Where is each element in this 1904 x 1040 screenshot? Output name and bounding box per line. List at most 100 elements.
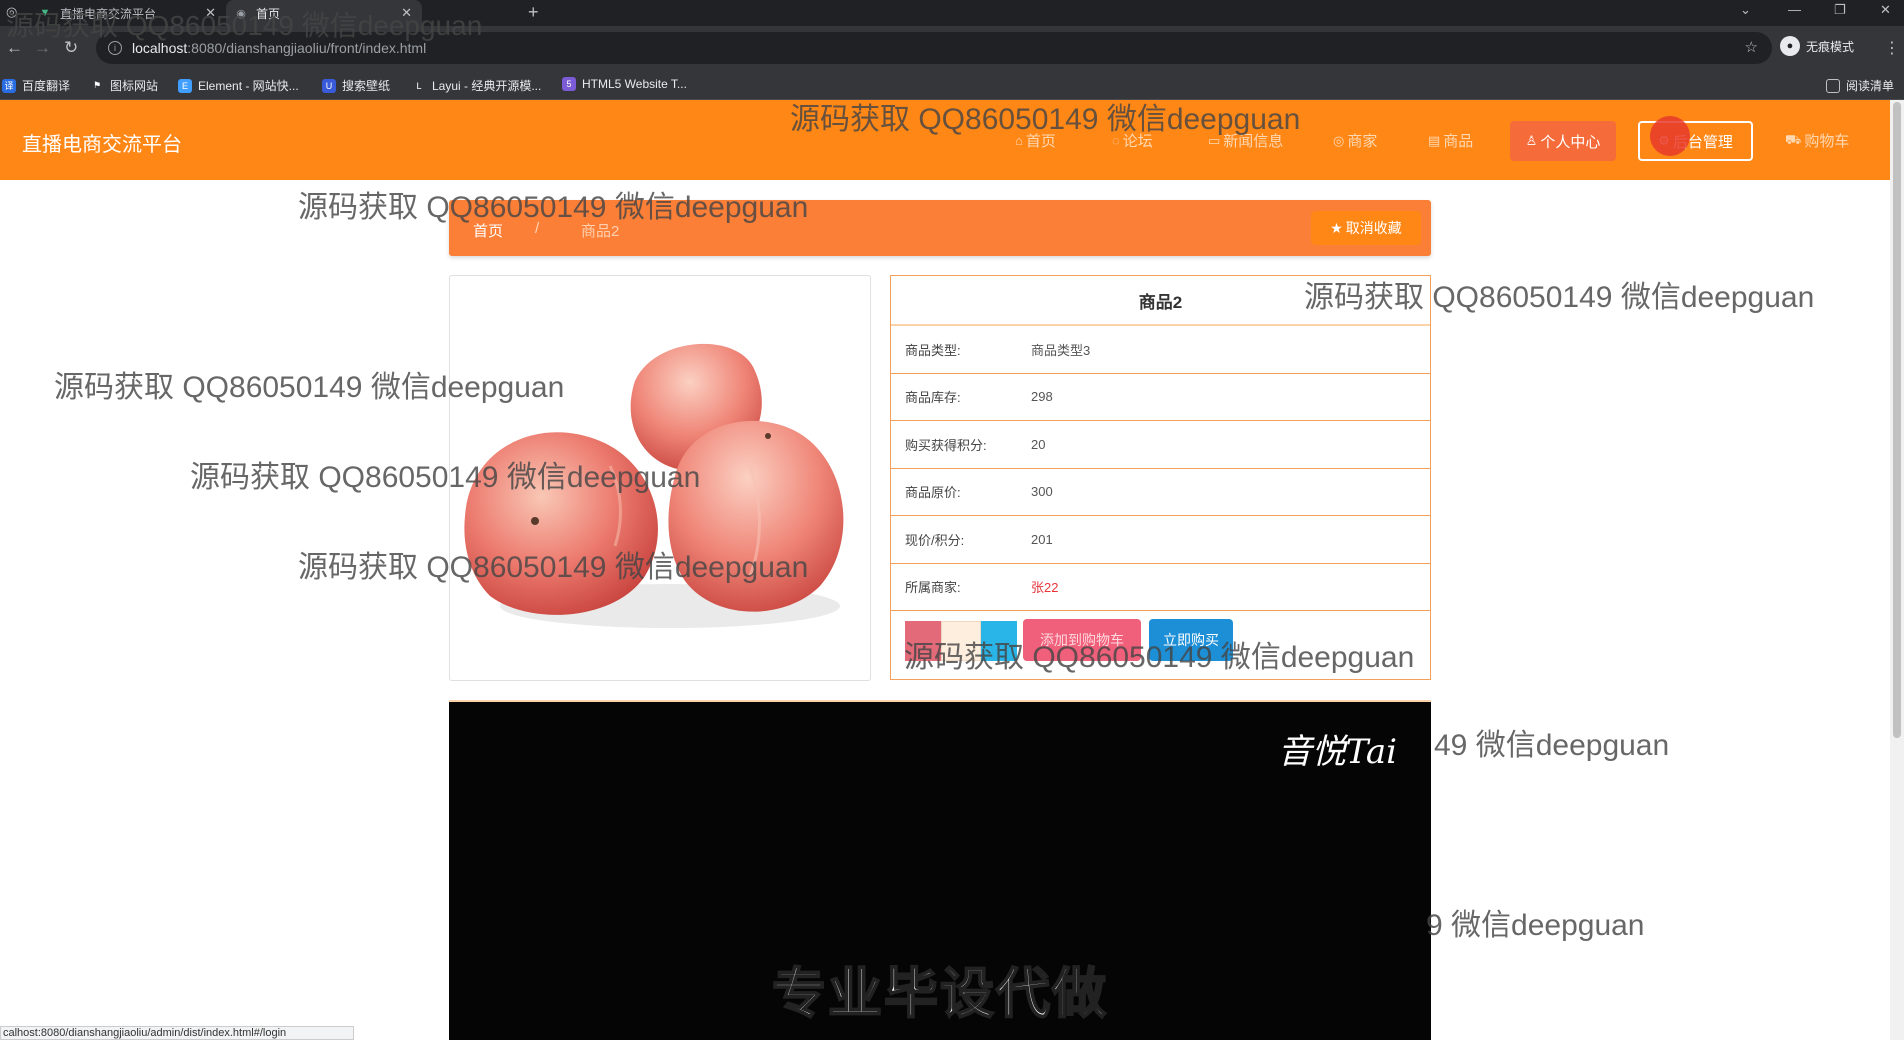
field-value: 201 <box>1031 531 1053 547</box>
reading-list[interactable]: 阅读清单 <box>1826 77 1894 94</box>
bookmark-item[interactable]: 5 HTML5 Website T... <box>562 77 687 91</box>
bookmarks-bar: 译百度翻译 ⚑ 图标网站 E Element - 网站快... U 搜索壁纸 L Lay… <box>0 70 1904 100</box>
nav-merchants[interactable]: ◎ 商家 <box>1333 130 1377 151</box>
reload-icon[interactable]: ↻ <box>64 38 78 58</box>
news-icon: ▭ <box>1208 132 1221 148</box>
field-label: 现价/积分: <box>905 532 965 548</box>
element-logo-icon: E <box>178 78 192 93</box>
forward-icon[interactable]: → <box>34 38 51 58</box>
translate-icon: 译 <box>2 78 16 93</box>
incognito-indicator[interactable]: ● 无痕模式 <box>1780 36 1854 56</box>
minimize-icon[interactable]: — <box>1788 2 1801 17</box>
tab-search-icon[interactable]: ⌄ <box>1740 2 1751 18</box>
chat-icon: ◌ <box>1112 133 1120 148</box>
video-player[interactable]: 音悦Tai 专业毕设代做 <box>449 700 1431 1040</box>
nav-goods[interactable]: ▤ 商品 <box>1428 130 1473 151</box>
flag-icon: ⚑ <box>90 78 104 93</box>
tab-platform[interactable]: ▼ 直播电商交流平台 ✕ <box>30 0 226 26</box>
field-label: 所属商家: <box>905 580 961 596</box>
field-label: 商品类型: <box>905 342 961 358</box>
goods-icon: ▤ <box>1428 132 1441 148</box>
quantity-input[interactable] <box>941 621 981 661</box>
back-icon[interactable]: ← <box>6 38 23 58</box>
unfavorite-button[interactable]: ★ 取消收藏 <box>1311 211 1421 245</box>
video-caption: 专业毕设代做 <box>771 963 1108 1025</box>
vue-logo-icon: ▼ <box>39 7 51 19</box>
restore-icon[interactable]: ❐ <box>1834 2 1846 18</box>
field-row-stock: 商品库存: 298 <box>891 374 1430 421</box>
watermark-text: 9 微信deepguan <box>1426 909 1645 942</box>
browser-menu-icon[interactable]: ◎ <box>6 4 17 20</box>
page-scrollbar[interactable] <box>1890 100 1904 1040</box>
decrease-button[interactable] <box>905 621 941 661</box>
tab-title: 直播电商交流平台 <box>60 6 157 21</box>
home-icon: ⌂ <box>1015 133 1023 148</box>
product-title: 商品2 <box>891 276 1430 326</box>
bookmark-item[interactable]: ⚑ 图标网站 <box>90 77 158 94</box>
layui-icon: L <box>412 78 426 93</box>
quantity-stepper[interactable] <box>905 621 1017 661</box>
incognito-icon: ● <box>1780 36 1800 56</box>
merchant-link[interactable]: 张22 <box>1031 577 1058 596</box>
product-info-panel: 商品2 商品类型: 商品类型3 商品库存: 298 购买获得积分: 20 商品原价: 3… <box>890 275 1431 680</box>
reading-list-icon <box>1826 78 1840 93</box>
field-row-original-price: 商品原价: 300 <box>891 469 1430 516</box>
address-toolbar: ← → ↻ i localhost:8080/dianshangjiaoliu/… <box>0 26 1904 70</box>
breadcrumb: 首页 / 商品2 ★ 取消收藏 <box>449 200 1431 256</box>
apples-image <box>464 343 844 628</box>
star-icon: ★ <box>1330 219 1343 236</box>
new-tab-icon[interactable]: + <box>528 2 539 23</box>
more-menu-icon[interactable]: ⋮ <box>1884 38 1900 58</box>
nav-cart[interactable]: ⛟ 购物车 <box>1785 130 1849 151</box>
address-bar[interactable]: i localhost:8080/dianshangjiaoliu/front/… <box>96 32 1772 64</box>
site-header: 直播电商交流平台 ⌂首页 ◌论坛 ▭新闻信息 ◎商家 ▤商品 ♙个人中心 ⚙后台… <box>0 100 1890 180</box>
close-tab-icon[interactable]: ✕ <box>205 5 216 21</box>
site-info-icon[interactable]: i <box>108 41 122 55</box>
bookmark-star-icon[interactable]: ☆ <box>1745 38 1758 56</box>
status-bar-url: calhost:8080/dianshangjiaoliu/admin/dist… <box>0 1026 354 1040</box>
field-label: 商品原价: <box>905 485 961 501</box>
browser-tab-strip: ◎ ▼ 直播电商交流平台 ✕ ◉ 首页 ✕ + ⌄ — ❐ ✕ <box>0 0 1904 26</box>
tab-home[interactable]: ◉ 首页 ✕ <box>226 0 422 26</box>
close-tab-icon[interactable]: ✕ <box>401 5 412 21</box>
field-value: 20 <box>1031 436 1046 452</box>
bookmark-item[interactable]: E Element - 网站快... <box>178 77 299 94</box>
page-viewport: 直播电商交流平台 ⌂首页 ◌论坛 ▭新闻信息 ◎商家 ▤商品 ♙个人中心 ⚙后台… <box>0 100 1904 1040</box>
scrollbar-thumb[interactable] <box>1893 102 1901 738</box>
field-value: 商品类型3 <box>1031 342 1091 358</box>
field-row-merchant: 所属商家: 张22 <box>891 564 1430 611</box>
url-path: :8080/dianshangjiaoliu/front/index.html <box>187 40 427 56</box>
bookmark-item[interactable]: 译百度翻译 <box>2 77 70 94</box>
html5-icon: 5 <box>562 77 576 91</box>
add-to-cart-button[interactable]: 添加到购物车 <box>1023 619 1141 661</box>
bookmark-item[interactable]: U 搜索壁纸 <box>322 77 390 94</box>
nav-forum[interactable]: ◌ 论坛 <box>1112 130 1153 151</box>
bookmark-item[interactable]: L Layui - 经典开源模... <box>412 77 541 94</box>
nav-news[interactable]: ▭ 新闻信息 <box>1208 130 1283 151</box>
wallpaper-icon: U <box>322 78 336 93</box>
globe-icon: ◉ <box>236 7 246 20</box>
user-icon: ♙ <box>1525 133 1538 148</box>
product-image[interactable] <box>449 275 871 681</box>
shop-icon: ◎ <box>1333 132 1345 148</box>
breadcrumb-home[interactable]: 首页 <box>473 220 503 241</box>
video-logo: 音悦Tai <box>1277 732 1397 772</box>
field-row-type: 商品类型: 商品类型3 <box>891 326 1430 374</box>
watermark-text: 49 微信deepguan <box>1434 729 1670 762</box>
field-row-current-price: 现价/积分: 201 <box>891 516 1430 564</box>
field-row-points: 购买获得积分: 20 <box>891 421 1430 469</box>
url-host: localhost <box>132 40 188 56</box>
field-label: 购买获得积分: <box>905 437 987 453</box>
breadcrumb-separator: / <box>535 220 540 237</box>
cursor-highlight <box>1650 116 1690 156</box>
product-actions: 添加到购物车 立即购买 <box>891 611 1430 671</box>
nav-home[interactable]: ⌂ 首页 <box>1015 130 1056 151</box>
field-value: 300 <box>1031 484 1053 500</box>
field-label: 商品库存: <box>905 390 961 406</box>
incognito-label: 无痕模式 <box>1806 39 1855 54</box>
personal-center-button[interactable]: ♙ 个人中心 <box>1510 121 1616 161</box>
site-brand[interactable]: 直播电商交流平台 <box>22 128 182 157</box>
increase-button[interactable] <box>981 621 1017 661</box>
buy-now-button[interactable]: 立即购买 <box>1149 619 1233 661</box>
close-window-icon[interactable]: ✕ <box>1880 2 1891 18</box>
